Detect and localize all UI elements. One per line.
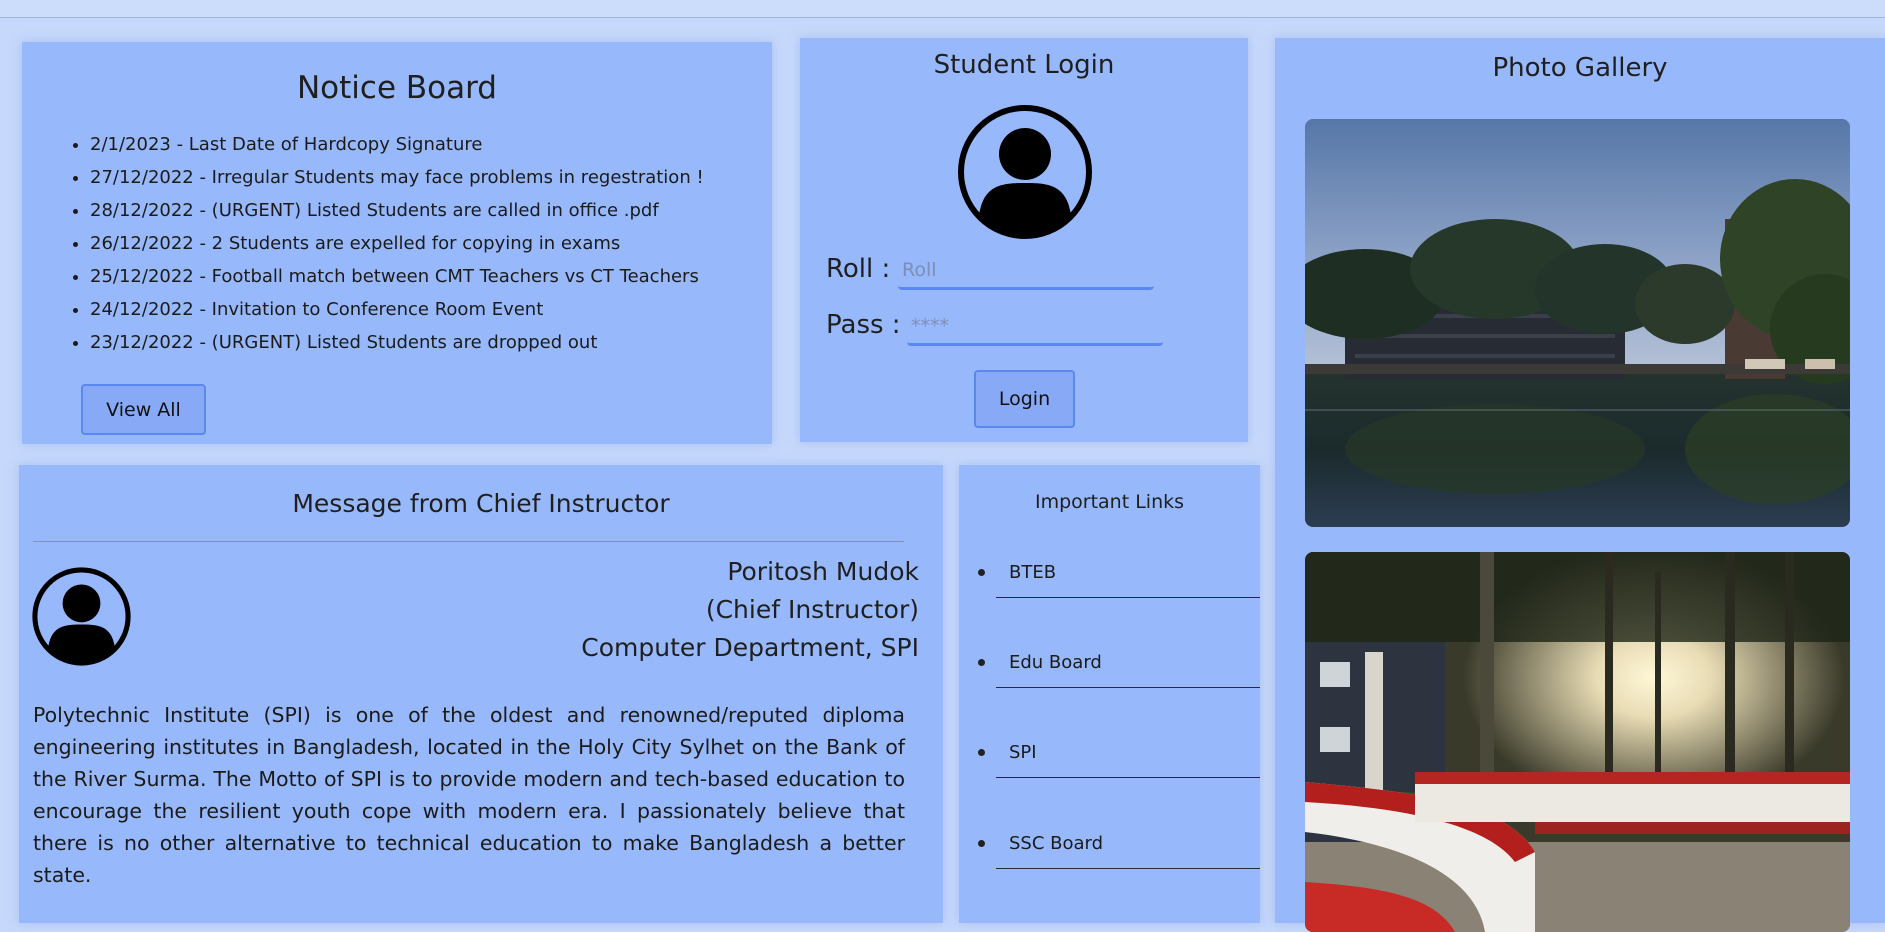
notice-board-title: Notice Board <box>296 70 497 106</box>
instructor-role: (Chief Instructor) <box>705 595 919 624</box>
link-spi[interactable]: SPI <box>978 736 1260 778</box>
campus-walkway-photo[interactable] <box>1305 552 1850 932</box>
link-bteb[interactable]: BTEB <box>978 556 1260 598</box>
link-edu-board[interactable]: Edu Board <box>978 646 1260 688</box>
instructor-department: Computer Department, SPI <box>581 633 919 662</box>
instructor-name: Poritosh Mudok <box>727 557 919 586</box>
notice-item[interactable]: 2/1/2023 - Last Date of Hardcopy Signatu… <box>90 134 704 167</box>
login-button[interactable]: Login <box>974 370 1075 428</box>
notice-item[interactable]: 24/12/2022 - Invitation to Conference Ro… <box>90 299 704 332</box>
notice-item[interactable]: 28/12/2022 - (URGENT) Listed Students ar… <box>90 200 704 233</box>
message-body: Polytechnic Institute (SPI) is one of th… <box>33 703 905 887</box>
roll-label: Roll : <box>826 254 891 284</box>
password-input[interactable] <box>907 308 1163 346</box>
top-bar <box>0 0 1885 18</box>
notice-board-panel: Notice Board 2/1/2023 - Last Date of Har… <box>22 42 772 444</box>
notice-item[interactable]: 25/12/2022 - Football match between CMT … <box>90 266 704 299</box>
bullet-icon <box>978 659 985 666</box>
important-links-title: Important Links <box>1034 491 1185 513</box>
roll-input[interactable] <box>898 252 1154 290</box>
pass-label: Pass : <box>826 310 901 340</box>
bullet-icon <box>978 569 985 576</box>
view-all-button[interactable]: View All <box>81 384 206 435</box>
bullet-icon <box>978 840 985 847</box>
link-label: SSC Board <box>1009 833 1104 854</box>
user-circle-icon <box>957 104 1093 244</box>
notice-item[interactable]: 27/12/2022 - Irregular Students may face… <box>90 167 704 200</box>
link-label: BTEB <box>1009 562 1057 583</box>
message-title: Message from Chief Instructor <box>292 489 670 518</box>
photo-gallery-title: Photo Gallery <box>1492 53 1668 83</box>
notice-item[interactable]: 26/12/2022 - 2 Students are expelled for… <box>90 233 704 266</box>
link-label: Edu Board <box>1009 652 1102 673</box>
user-circle-icon <box>32 567 131 670</box>
student-login-panel: Student Login Roll : Pass : Login <box>800 38 1248 442</box>
link-ssc-board[interactable]: SSC Board <box>978 827 1260 869</box>
bullet-icon <box>978 749 985 756</box>
campus-pond-photo[interactable] <box>1305 119 1850 527</box>
notice-list: 2/1/2023 - Last Date of Hardcopy Signatu… <box>90 134 704 365</box>
notice-item[interactable]: 23/12/2022 - (URGENT) Listed Students ar… <box>90 332 704 365</box>
student-login-title: Student Login <box>933 50 1115 80</box>
link-label: SPI <box>1009 742 1037 763</box>
photo-gallery-panel: Photo Gallery <box>1275 38 1885 932</box>
chief-instructor-message-panel: Message from Chief Instructor Poritosh M… <box>19 465 943 923</box>
divider <box>33 541 904 542</box>
